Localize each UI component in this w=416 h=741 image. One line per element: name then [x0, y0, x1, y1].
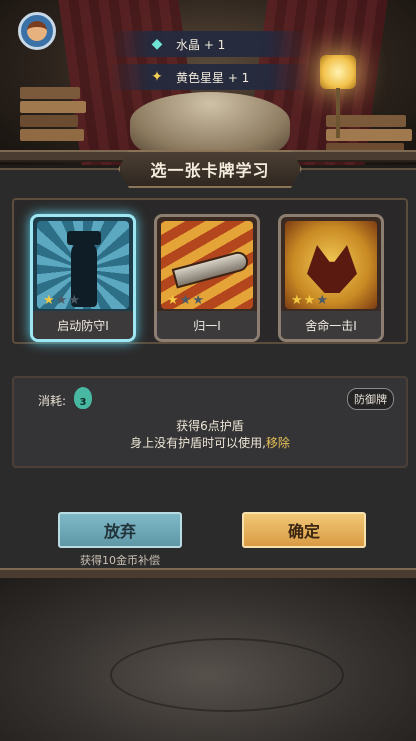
- energy-cost-icon: 3: [74, 387, 92, 409]
- star-empty-icon: ★: [55, 293, 69, 308]
- reward-crystal: ◆ 水晶 + 1: [110, 31, 308, 57]
- desc-line-2-text: 身上没有护盾时可以使用,: [130, 436, 266, 450]
- reward-crystal-text: 水晶 + 1: [176, 37, 226, 52]
- card-1-stars: ★★★: [43, 293, 81, 308]
- reward-star-text: 黄色星星 + 1: [176, 70, 250, 85]
- card-2-stars: ★★★: [167, 293, 205, 308]
- card-option-3[interactable]: ★★★ 舍命一击I: [278, 214, 384, 342]
- card-info: 消耗: 3 防御牌 获得6点护盾 身上没有护盾时可以使用,移除: [12, 376, 408, 468]
- card-choices: ★★★ 启动防守I ★★★ 归一I ★★★ 舍命一击I: [12, 198, 408, 344]
- player-avatar[interactable]: [18, 12, 56, 50]
- desc-line-2: 身上没有护盾时可以使用,移除: [14, 435, 406, 452]
- floor-rune-circle: [110, 638, 344, 712]
- star-filled-icon: ★: [43, 293, 56, 308]
- desc-line-1: 获得6点护盾: [176, 419, 244, 433]
- card-3-label: 舍命一击I: [281, 311, 381, 339]
- give-up-button[interactable]: 放弃: [58, 512, 182, 548]
- lamp-icon: [320, 55, 356, 89]
- star-empty-icon: ★: [179, 293, 193, 308]
- card-option-1[interactable]: ★★★ 启动防守I: [30, 214, 136, 342]
- star-icon: ✦: [151, 69, 163, 85]
- treasure-sack: [130, 92, 290, 152]
- cost-label: 消耗:: [38, 394, 67, 408]
- card-2-label: 归一I: [157, 311, 257, 339]
- desc-highlight-keyword: 移除: [265, 436, 290, 450]
- floor-area: [0, 578, 416, 741]
- card-description: 获得6点护盾 身上没有护盾时可以使用,移除: [14, 418, 406, 452]
- card-type-tag: 防御牌: [347, 388, 394, 410]
- star-filled-icon: ★: [291, 293, 304, 308]
- clawed-hands-icon: [307, 245, 357, 293]
- star-empty-icon: ★: [192, 293, 205, 308]
- sword-icon: [171, 249, 251, 289]
- card-option-2[interactable]: ★★★ 归一I: [154, 214, 260, 342]
- avatar-face-icon: [27, 21, 47, 41]
- star-empty-icon: ★: [68, 293, 81, 308]
- card-3-stars: ★★★: [291, 293, 329, 308]
- top-scene: ◆ 水晶 + 1 ✦ 黄色星星 + 1: [0, 0, 416, 165]
- page-title: 选一张卡牌学习: [118, 150, 302, 188]
- lamp-pole: [336, 88, 340, 138]
- card-1-label: 启动防守I: [33, 311, 133, 339]
- confirm-button[interactable]: 确定: [242, 512, 366, 548]
- crystal-icon: ◆: [151, 36, 163, 52]
- star-empty-icon: ★: [316, 293, 329, 308]
- compensation-note: 获得10金币补偿: [80, 554, 160, 567]
- cost-value: 3: [79, 397, 87, 408]
- reward-star: ✦ 黄色星星 + 1: [110, 64, 308, 90]
- star-filled-icon: ★: [167, 293, 180, 308]
- book-stack-left: [20, 85, 90, 155]
- star-filled-icon: ★: [303, 293, 317, 308]
- page-title-text: 选一张卡牌学习: [150, 161, 270, 180]
- card-select-panel: ★★★ 启动防守I ★★★ 归一I ★★★ 舍命一击I 消耗: 3 防御牌 获得…: [0, 168, 416, 578]
